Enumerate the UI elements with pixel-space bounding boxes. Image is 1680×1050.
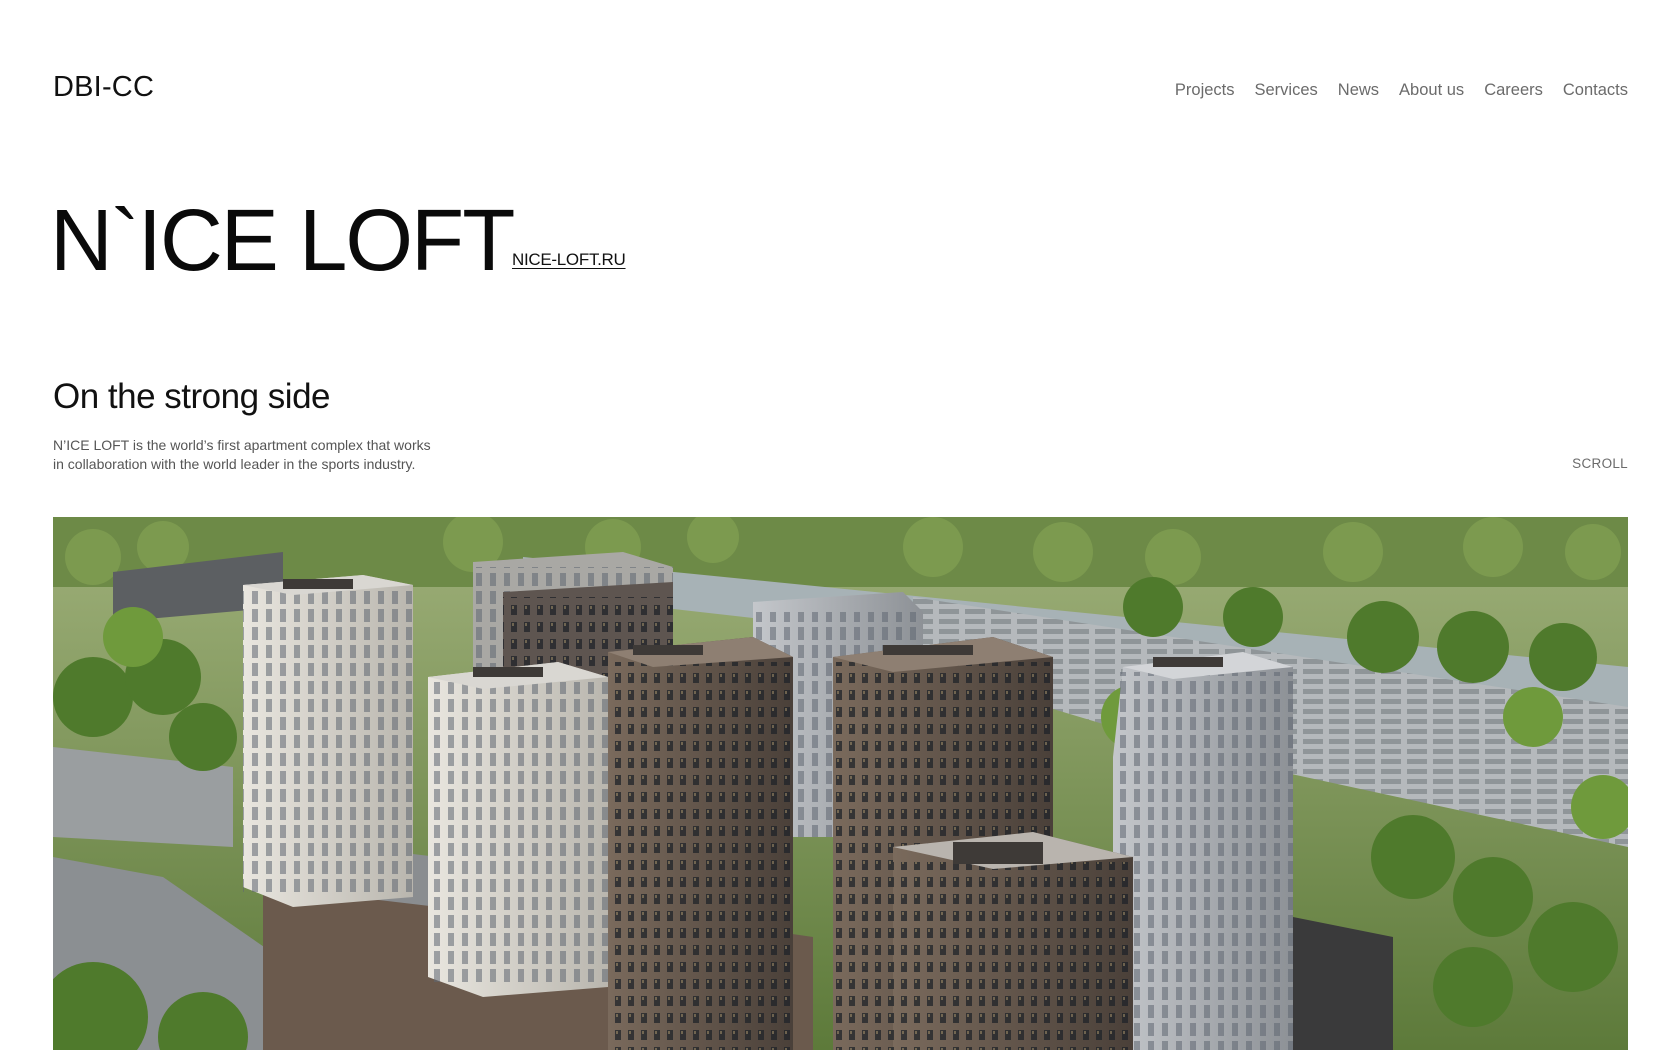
nav-link-news[interactable]: News — [1338, 81, 1379, 99]
project-site-link[interactable]: NICE-LOFT.RU — [512, 250, 626, 270]
nav-item-news: News — [1338, 80, 1379, 100]
project-title: N`ICE LOFT — [50, 192, 515, 289]
hero-image — [53, 517, 1628, 1050]
nav-item-contacts: Contacts — [1563, 80, 1628, 100]
aerial-building-render — [53, 517, 1628, 1050]
logo[interactable]: DBI-CC — [53, 70, 154, 104]
nav-item-careers: Careers — [1484, 80, 1543, 100]
nav-link-services[interactable]: Services — [1255, 81, 1318, 99]
nav-link-about[interactable]: About us — [1399, 81, 1464, 99]
nav-item-services: Services — [1255, 80, 1318, 100]
description-line: in collaboration with the world leader i… — [53, 455, 416, 472]
page: DBI-CC Projects Services News About us C… — [0, 0, 1680, 1050]
project-subtitle: On the strong side — [53, 377, 331, 416]
nav-link-careers[interactable]: Careers — [1484, 81, 1543, 99]
nav-list: Projects Services News About us Careers … — [1175, 80, 1628, 100]
nav-link-projects[interactable]: Projects — [1175, 81, 1235, 99]
nav-item-projects: Projects — [1175, 80, 1235, 100]
project-description: N’ICE LOFT is the world’s first apartmen… — [53, 436, 473, 473]
nav-link-contacts[interactable]: Contacts — [1563, 81, 1628, 99]
description-line: N’ICE LOFT is the world’s first apartmen… — [53, 437, 431, 453]
scroll-indicator[interactable]: SCROLL — [1572, 456, 1628, 472]
nav-item-about: About us — [1399, 80, 1464, 100]
